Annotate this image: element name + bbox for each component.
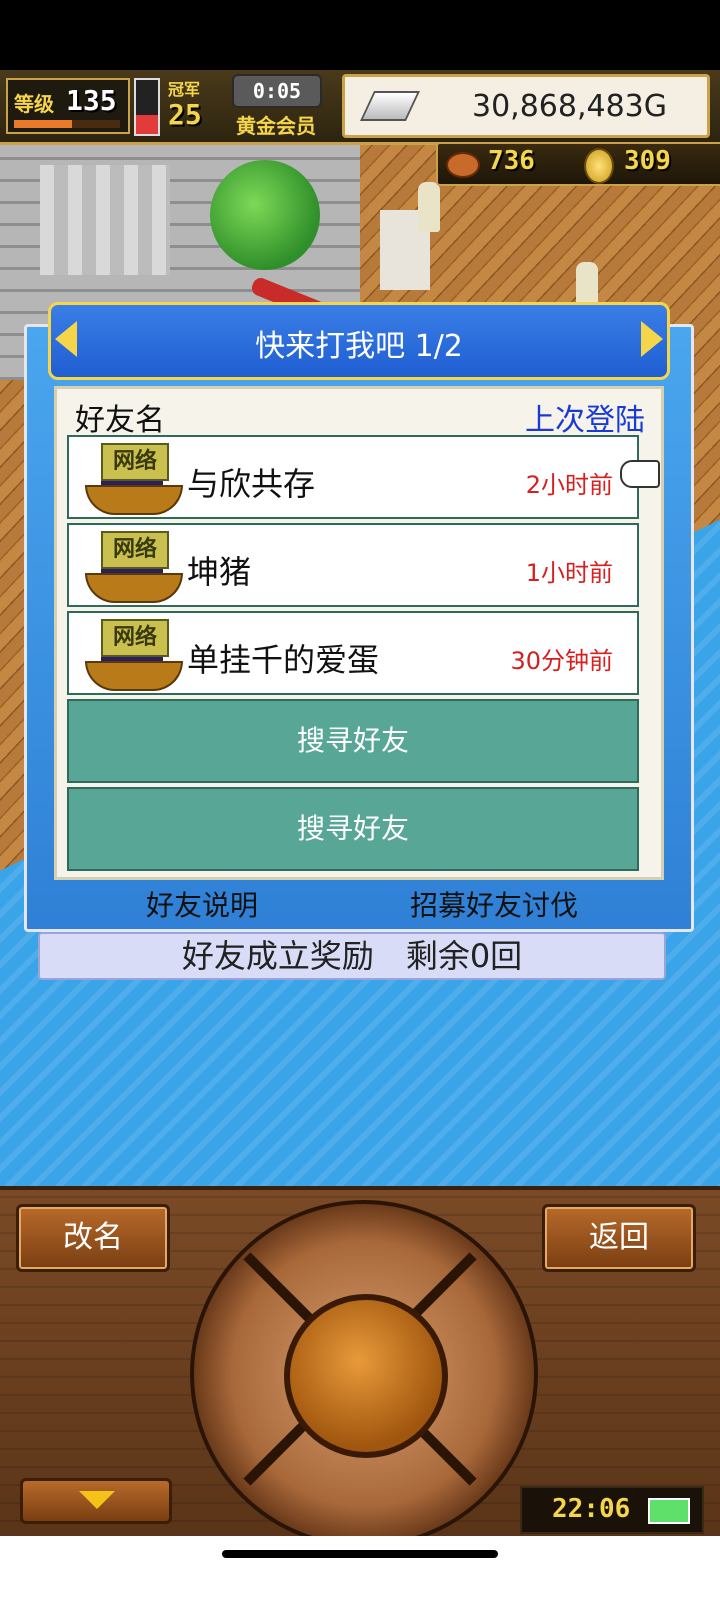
- network-badge: 网络: [101, 619, 169, 657]
- rename-button[interactable]: 改名: [16, 1204, 170, 1272]
- dpad-center-button[interactable]: [284, 1294, 448, 1458]
- next-page-arrow-icon[interactable]: [641, 321, 663, 357]
- ship-hull: [85, 485, 183, 515]
- silver-bar-icon: [360, 91, 420, 121]
- stamina-gauge: [134, 78, 160, 136]
- resource-bar: 736 309: [436, 142, 720, 186]
- battery-icon: [648, 1498, 690, 1524]
- menu-down-button[interactable]: [20, 1478, 172, 1524]
- dialog-header: 快来打我吧 1/2: [48, 302, 670, 380]
- clock-display: 22:06: [520, 1486, 704, 1534]
- gold-display: 30,868,483G: [342, 74, 710, 138]
- ship-hull: [85, 661, 183, 691]
- ship-icon: 网络: [81, 527, 183, 605]
- system-bar: [0, 1536, 720, 1600]
- clock-time: 22:06: [552, 1494, 631, 1524]
- friend-name: 坤猪: [187, 553, 252, 591]
- pointer-hand-icon: [620, 460, 660, 488]
- gold-value: 30,868,483G: [471, 89, 667, 124]
- member-status: 黄金会员: [236, 114, 316, 138]
- friend-reward-bar: 好友成立奖励 剩余0回: [38, 932, 666, 980]
- network-badge: 网络: [101, 531, 169, 569]
- meat-count: 736: [488, 146, 535, 176]
- friend-last-login: 2小时前: [525, 471, 613, 499]
- ship-hull: [85, 573, 183, 603]
- trophy-count: 25: [168, 98, 202, 131]
- friend-row[interactable]: 网络 坤猪 1小时前: [67, 523, 639, 607]
- level-progress-fill: [14, 120, 73, 128]
- ship-icon: 网络: [81, 439, 183, 517]
- home-indicator[interactable]: [222, 1550, 498, 1558]
- network-badge: 网络: [101, 443, 169, 481]
- friend-last-login: 30分钟前: [510, 647, 613, 675]
- top-hud: 等级 135 冠军 25 0:05 黄金会员 30,868,483G: [0, 70, 720, 145]
- lamp-post: [418, 182, 440, 232]
- friend-name: 单挂千的爱蛋: [187, 641, 380, 679]
- friend-help-link[interactable]: 好友说明: [146, 884, 258, 924]
- stamina-fill: [136, 115, 158, 134]
- level-value: 135: [66, 84, 117, 117]
- recruit-friends-link[interactable]: 招募好友讨伐: [410, 884, 578, 924]
- friend-name: 与欣共存: [187, 465, 316, 503]
- friend-row[interactable]: 网络 单挂千的爱蛋 30分钟前: [67, 611, 639, 695]
- castle-tower: [40, 165, 170, 275]
- friend-row[interactable]: 网络 与欣共存 2小时前: [67, 435, 639, 519]
- back-button[interactable]: 返回: [542, 1204, 696, 1272]
- down-arrow-icon: [79, 1491, 115, 1509]
- meat-icon: [446, 152, 480, 178]
- friend-list-panel: 好友名 上次登陆 网络 与欣共存 2小时前 网络 坤猪 1小时前 网络 单挂千的…: [54, 386, 664, 880]
- coin-count: 309: [624, 146, 671, 176]
- coin-icon: [584, 148, 614, 184]
- tree: [210, 160, 320, 270]
- column-header-last-login: 上次登陆: [525, 403, 645, 438]
- dialog-title: 快来打我吧 1/2: [255, 329, 463, 364]
- level-progress-bar: [14, 120, 120, 128]
- level-label: 等级: [14, 92, 54, 116]
- search-friend-button[interactable]: 搜寻好友: [67, 787, 639, 871]
- friend-last-login: 1小时前: [525, 559, 613, 587]
- timer: 0:05: [232, 74, 322, 108]
- column-header-name: 好友名: [75, 403, 165, 438]
- level-indicator: 等级 135: [6, 78, 130, 134]
- dialog-links: 好友说明 招募好友讨伐: [24, 878, 688, 922]
- ship-icon: 网络: [81, 615, 183, 693]
- search-friend-button[interactable]: 搜寻好友: [67, 699, 639, 783]
- trophy-label: 冠军: [168, 80, 201, 99]
